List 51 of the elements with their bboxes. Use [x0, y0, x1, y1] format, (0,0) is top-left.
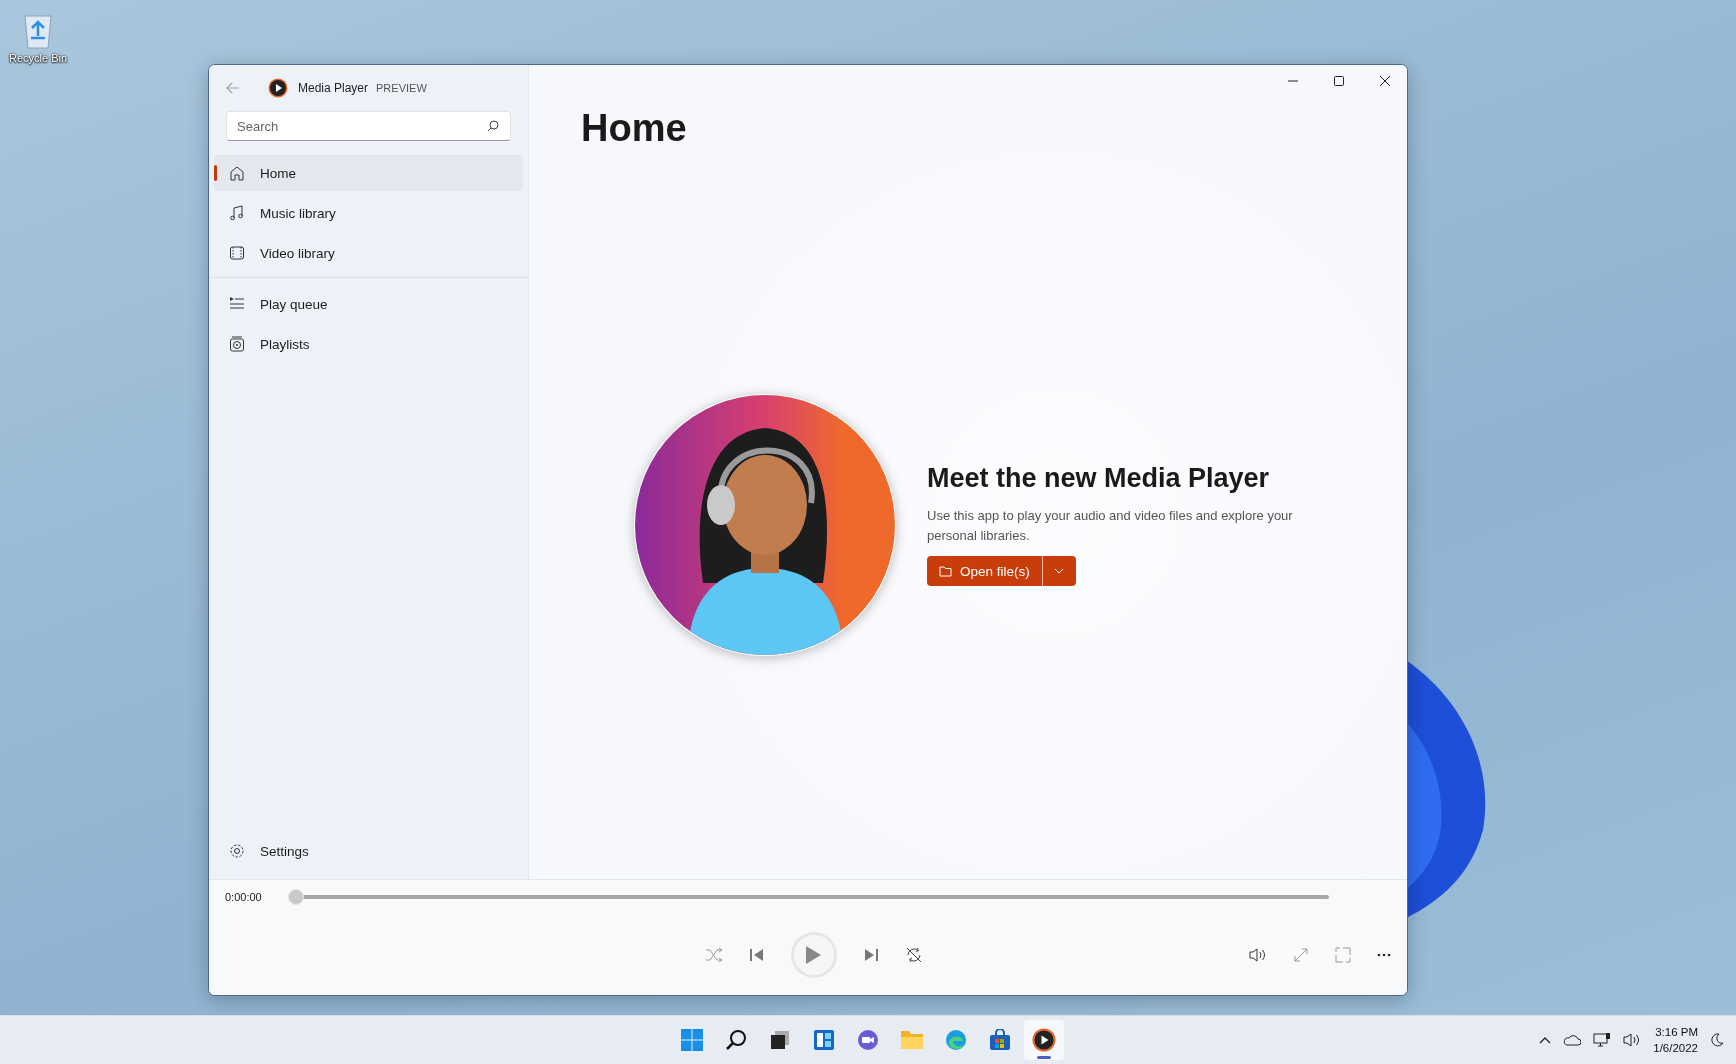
moon-icon[interactable] — [1710, 1033, 1724, 1047]
shopping-bag-icon — [989, 1029, 1011, 1051]
chat-camera-icon — [857, 1029, 879, 1051]
taskbar-app[interactable] — [1024, 1020, 1064, 1060]
home-icon — [229, 165, 245, 181]
nav-item[interactable]: Play queue — [214, 286, 523, 322]
preview-label: PREVIEW — [376, 82, 427, 94]
app-title: Media Player — [298, 81, 369, 95]
task-view-icon — [769, 1029, 791, 1051]
nav-item[interactable]: Playlists — [214, 326, 523, 362]
elapsed-time: 0:00:00 — [225, 891, 262, 903]
play-logo-icon — [268, 78, 288, 98]
search-field[interactable]: Search — [226, 111, 511, 141]
dropdown-button[interactable] — [1041, 556, 1076, 586]
close-icon[interactable] — [1379, 75, 1391, 87]
settings-item[interactable]: Settings — [214, 833, 523, 869]
film-icon — [229, 245, 245, 261]
play-button[interactable] — [791, 931, 837, 978]
search-icon — [725, 1029, 747, 1051]
more-options-icon[interactable] — [1377, 952, 1391, 957]
nav-item[interactable]: Video library — [214, 235, 523, 271]
next-track-icon[interactable] — [863, 946, 879, 963]
folder-icon — [939, 565, 952, 577]
maximize-icon[interactable] — [1333, 75, 1345, 87]
chevron-up-icon[interactable] — [1539, 1036, 1552, 1044]
volume-icon[interactable] — [1623, 1032, 1642, 1048]
chevron-down-icon — [1054, 568, 1065, 574]
description: Use this app to play your audio and video files and explore your personal libraries. — [927, 507, 1294, 545]
nav-item[interactable]: Home — [214, 155, 523, 191]
volume-icon[interactable] — [1249, 946, 1267, 963]
previous-track-icon[interactable] — [749, 946, 765, 963]
folder-icon — [900, 1029, 924, 1051]
headline: Meet the new Media Player — [927, 463, 1271, 494]
expand-arrows-icon[interactable] — [1293, 946, 1309, 963]
page-title: Home — [581, 107, 688, 150]
settings-icon — [229, 843, 245, 859]
search-icon[interactable] — [487, 120, 499, 132]
play-logo-icon — [1032, 1028, 1056, 1052]
queue-list-icon — [229, 296, 245, 312]
cloud-icon[interactable] — [1563, 1034, 1582, 1046]
music-note-icon — [229, 205, 245, 221]
browser-wave-icon — [945, 1029, 967, 1051]
seek-thumb[interactable] — [287, 889, 304, 905]
windows-logo-icon — [680, 1028, 704, 1052]
repeat-off-icon[interactable] — [905, 945, 923, 964]
clock[interactable]: 3:16 PM 1/6/2022 — [1653, 1024, 1698, 1056]
play-icon — [804, 944, 822, 965]
widgets-icon — [813, 1029, 835, 1051]
nav-item[interactable]: Music library — [214, 195, 523, 231]
network-monitor-icon[interactable] — [1593, 1032, 1612, 1048]
open-files-button[interactable]: Open file(s) — [927, 556, 1042, 586]
